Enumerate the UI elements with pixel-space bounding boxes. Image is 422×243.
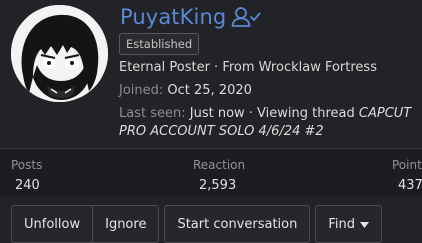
joined-date: Oct 25, 2020 [167,83,252,98]
username-link[interactable]: PuyatKing [120,5,226,29]
find-group: Find [315,205,383,243]
points-count: 437 [398,178,422,193]
start-conversation-button[interactable]: Start conversation [165,206,309,242]
points-label: Points [392,158,422,172]
user-check-icon[interactable] [231,6,261,28]
member-actions: Unfollow Ignore Start conversation Find [11,205,383,243]
user-title-line: Eternal Poster · From Wrocklaw Fortress [119,60,377,75]
last-seen-line: Last seen: Just now · Viewing thread CAP… [119,106,411,121]
thread-title-link[interactable]: CAPCUT [359,106,411,121]
reaction-count: 2,593 [199,178,237,193]
caret-down-icon [360,222,370,228]
stat-posts[interactable]: Posts 240 [11,158,42,193]
avatar-illustration [11,5,108,102]
member-profile-card: PuyatKing Established Eternal Poster · F… [0,0,422,243]
posts-label: Posts [11,158,43,172]
ignore-button[interactable]: Ignore [92,206,158,242]
reaction-label: Reaction [193,158,246,172]
stat-points[interactable]: Points 437 [392,158,422,193]
username-row: PuyatKing [120,3,261,31]
joined-label: Joined: [119,83,164,98]
last-seen-value: Just now · Viewing thread [189,106,355,121]
user-banner-badge: Established [119,33,200,55]
member-stats: Posts 240 Reaction 2,593 Points 437 [0,149,422,196]
stat-reaction[interactable]: Reaction 2,593 [193,158,245,193]
find-menu-button[interactable]: Find [316,206,381,242]
find-label: Find [328,217,356,232]
last-seen-label: Last seen: [119,106,186,121]
thread-title-link-continued[interactable]: PRO ACCOUNT SOLO 4/6/24 #2 [119,124,324,139]
posts-count: 240 [15,178,40,193]
unfollow-button[interactable]: Unfollow [12,206,92,242]
follow-ignore-group: Unfollow Ignore [11,205,160,243]
avatar[interactable] [11,5,108,102]
conversation-group: Start conversation [164,205,311,243]
joined-line: Joined: Oct 25, 2020 [119,83,252,98]
